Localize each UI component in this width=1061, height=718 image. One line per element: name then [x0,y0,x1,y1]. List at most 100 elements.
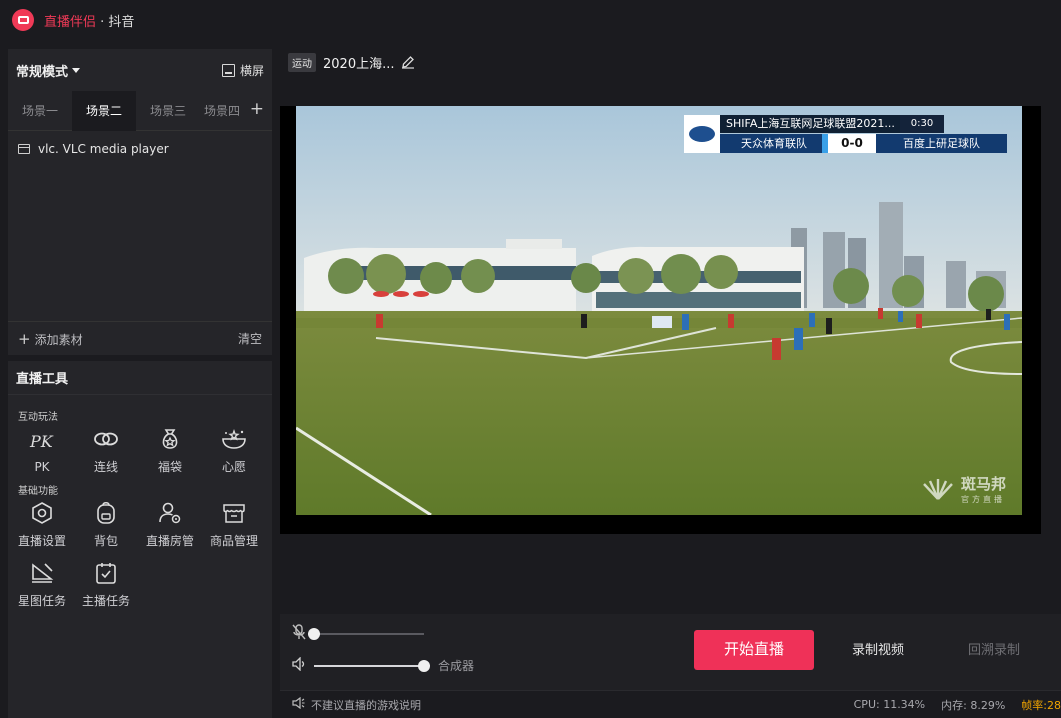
task-icon [92,559,120,587]
stream-title-row: 运动 2020上海... [288,49,415,75]
lucky-bag-tool[interactable]: 福袋 [138,420,202,480]
link-label: 连线 [93,460,118,474]
wish-tool[interactable]: 心愿 [202,420,266,480]
store-icon [220,499,248,527]
home-team: 天众体育联队 [720,134,828,153]
tab-scene-1[interactable]: 场景一 [8,91,72,131]
anchor-task-tool[interactable]: 主播任务 [74,554,138,614]
add-scene-icon[interactable]: + [250,99,264,119]
plus-icon: + [18,329,31,348]
slider-knob[interactable] [308,627,320,640]
speaker-volume-slider[interactable] [314,659,430,672]
link-tool[interactable]: 连线 [74,420,138,480]
scene-tabs: 场景一 场景二 场景三 场景四 + [8,90,272,131]
speaker-notice-icon [292,696,305,712]
star-map-label: 星图任务 [17,594,66,608]
preview-area[interactable]: SHIFA上海互联网足球联盟2021... 0:30 天众体育联队 0-0 百度… [280,106,1041,534]
wish-icon [220,425,248,453]
store-tool[interactable]: 商品管理 [202,494,266,554]
memory-usage: 内存: 8.29% [941,698,1006,712]
star-map-icon [28,559,56,587]
game-notice-link[interactable]: 不建议直播的游戏说明 [292,696,421,713]
mic-volume-row [292,624,424,643]
control-bar: 合成器 开始直播 录制视频 回溯录制 [280,614,1061,690]
room-admin-label: 直播房管 [145,534,194,548]
source-label: vlc. VLC media player [38,142,169,156]
add-material-button[interactable]: + 添加素材 [18,330,83,348]
broadcaster-watermark: 斑马邦 官方直播 [921,473,1006,505]
backpack-tool[interactable]: 背包 [74,494,138,554]
stream-title[interactable]: 2020上海... [323,53,394,72]
tab-scene-3[interactable]: 场景三 [136,91,200,131]
watermark-sub: 官方直播 [960,495,1005,504]
backpack-label: 背包 [93,534,118,548]
landscape-toggle[interactable]: 横屏 [221,62,264,79]
lucky-bag-label: 福袋 [157,460,182,474]
live-settings-tool[interactable]: 直播设置 [10,494,74,554]
pk-tool[interactable]: PK PK [10,420,74,480]
mixer-label[interactable]: 合成器 [438,657,474,674]
tab-scene-4[interactable]: 场景四 [200,91,244,131]
pk-icon: PK [28,427,56,455]
landscape-icon [221,63,235,77]
replay-record-button[interactable]: 回溯录制 [944,630,1044,670]
slider-knob[interactable] [418,659,430,672]
add-material-label: 添加素材 [34,332,83,347]
monitor-icon [18,144,30,154]
chevron-down-icon [72,67,81,73]
app-logo-icon [12,9,34,31]
interactive-group-label: 互动玩法 [18,412,58,423]
video-preview: SHIFA上海互联网足球联盟2021... 0:30 天众体育联队 0-0 百度… [296,106,1022,515]
window-title: 直播伴侣 · 抖音 [44,11,134,30]
link-icon [92,425,120,453]
game-notice-text: 不建议直播的游戏说明 [311,698,421,712]
source-item[interactable]: vlc. VLC media player [8,134,272,164]
store-label: 商品管理 [209,534,258,548]
record-video-button[interactable]: 录制视频 [828,630,928,670]
speaker-icon[interactable] [292,656,306,674]
clear-button[interactable]: 清空 [238,330,262,347]
category-badge[interactable]: 运动 [288,52,316,72]
performance-stats: CPU: 11.34% 内存: 8.29% 帧率:28 [854,697,1061,713]
frame-rate: 帧率:28 [1021,698,1061,712]
basic-tools: 直播设置 背包 直播房管 商品管理 星图任务 主播任务 [8,494,272,614]
source-footer: + 添加素材 清空 [8,321,272,355]
match-time: 0:30 [900,115,944,133]
interactive-tools: PK PK 连线 福袋 心愿 [8,420,272,480]
platform-name: 抖音 [108,14,135,30]
edit-icon[interactable] [401,55,415,69]
title-separator: · [96,14,109,30]
backpack-icon [92,499,120,527]
mode-label: 常规模式 [16,64,69,80]
live-tools-header: 直播工具 [8,361,272,395]
tab-scene-2[interactable]: 场景二 [72,90,136,131]
scoreboard-title: SHIFA上海互联网足球联盟2021... [720,115,900,133]
start-live-button[interactable]: 开始直播 [694,630,814,670]
speaker-volume-row: 合成器 [292,656,474,674]
lucky-bag-icon [156,425,184,453]
cpu-usage: CPU: 11.34% [853,698,926,711]
star-map-tool[interactable]: 星图任务 [10,554,74,614]
status-bar: 不建议直播的游戏说明 CPU: 11.34% 内存: 8.29% 帧率:28 [280,690,1061,718]
football-scene [296,106,1022,515]
live-settings-label: 直播设置 [17,534,66,548]
app-name: 直播伴侣 [44,14,97,30]
mic-muted-icon[interactable] [292,624,306,643]
basic-group-label: 基础功能 [18,486,58,497]
live-tools-panel: 直播工具 互动玩法 PK PK 连线 福袋 心愿 基础功能 直播设置 背包 直播… [8,361,272,718]
landscape-label: 横屏 [239,63,264,78]
mode-dropdown[interactable]: 常规模式 [16,61,81,80]
mic-volume-slider[interactable] [308,627,424,640]
anchor-task-label: 主播任务 [81,594,130,608]
watermark-logo-icon [923,479,953,500]
title-bar: 直播伴侣 · 抖音 [0,0,1061,40]
room-admin-tool[interactable]: 直播房管 [138,494,202,554]
pk-label: PK [34,459,50,474]
settings-icon [28,499,56,527]
watermark-main: 斑马邦 [960,475,1006,493]
wish-label: 心愿 [221,460,246,474]
svg-text:PK: PK [29,432,54,451]
scene-panel: 常规模式 横屏 场景一 场景二 场景三 场景四 + vlc. VLC media… [8,49,272,355]
match-score: 0-0 [828,134,876,153]
away-team: 百度上研足球队 [876,134,1007,153]
